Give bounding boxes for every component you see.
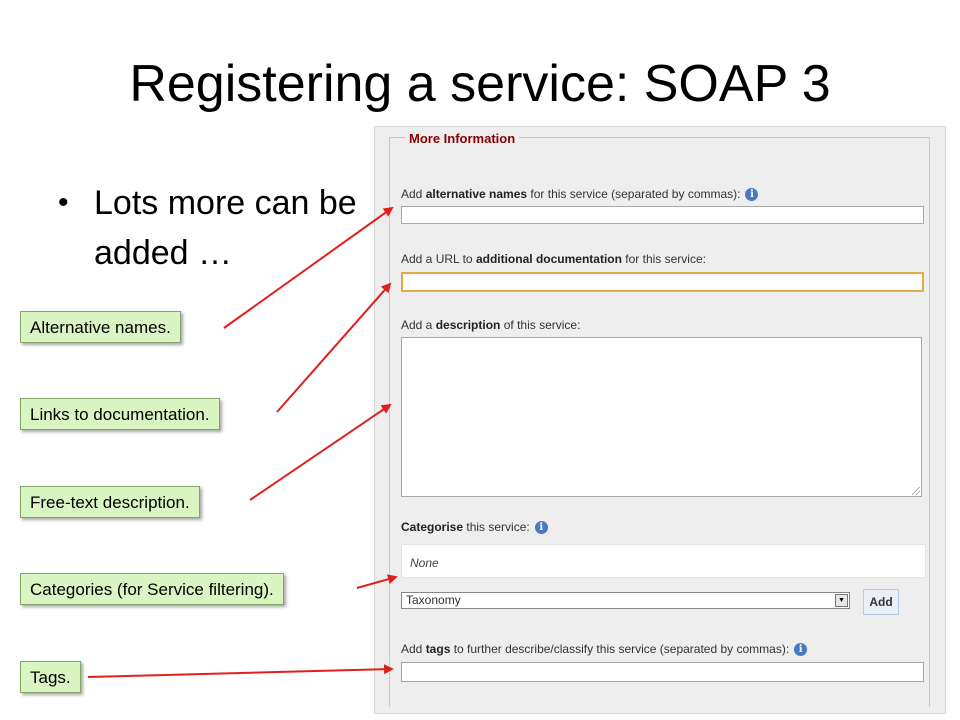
arrow-categories <box>356 574 398 589</box>
callout-arrows <box>87 206 398 678</box>
callout-tags: Tags. <box>20 661 81 693</box>
callout-docs: Links to documentation. <box>20 398 220 430</box>
arrow-docs <box>276 282 392 413</box>
arrow-description <box>249 403 392 501</box>
callout-alt-names: Alternative names. <box>20 311 181 343</box>
callout-description: Free-text description. <box>20 486 200 518</box>
arrow-tags <box>87 664 394 678</box>
callout-categories: Categories (for Service filtering). <box>20 573 284 605</box>
